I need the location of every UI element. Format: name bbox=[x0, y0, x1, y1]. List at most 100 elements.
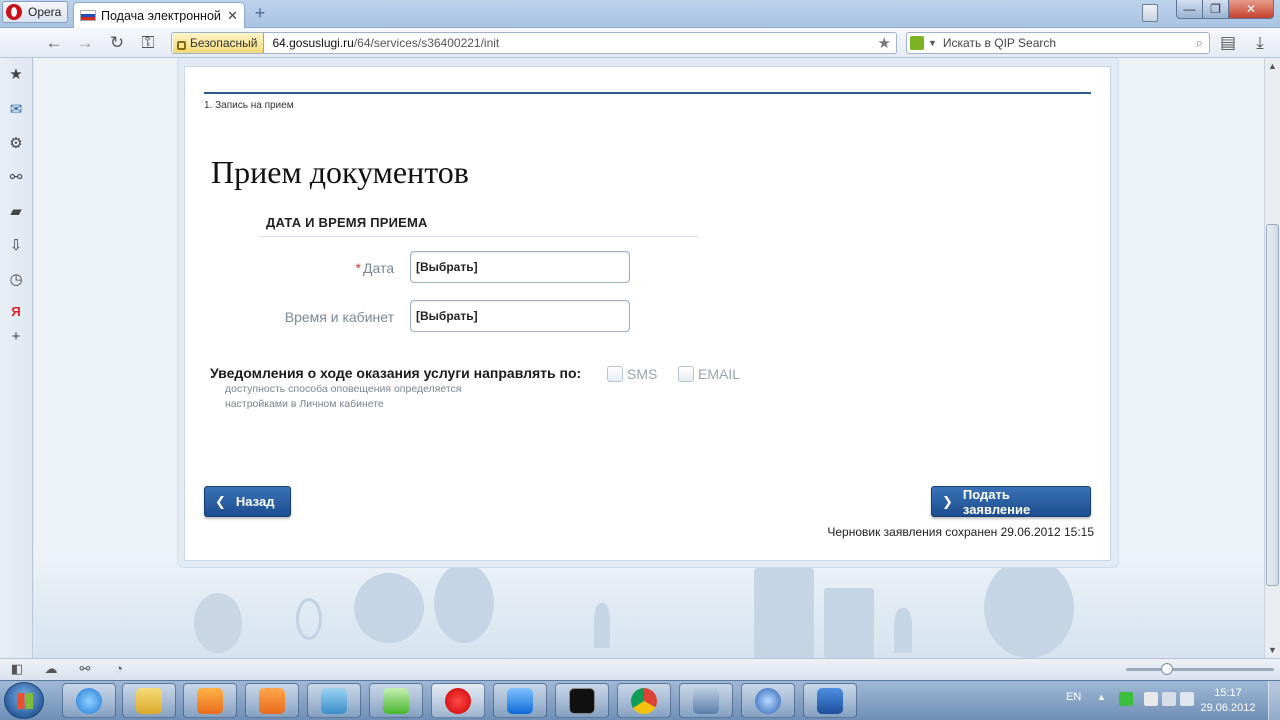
minimize-button[interactable]: — bbox=[1176, 0, 1203, 19]
trash-icon[interactable] bbox=[1142, 4, 1158, 22]
panel-toggle-icon[interactable]: ◧ bbox=[9, 661, 25, 677]
notifications-note-line1: доступность способа оповещения определяе… bbox=[225, 383, 462, 395]
search-field[interactable]: ▼ Искать в QIP Search ⌕ bbox=[906, 32, 1210, 54]
thunderbird-icon bbox=[755, 687, 781, 714]
back-arrow-icon[interactable]: ← bbox=[45, 34, 63, 52]
form-card: 1. Запись на прием Прием документов ДАТА… bbox=[184, 66, 1111, 561]
add-panel-icon[interactable]: + bbox=[7, 328, 25, 346]
time-label-container: Время и кабинет bbox=[185, 309, 394, 329]
section-divider bbox=[260, 236, 698, 237]
mail-icon[interactable]: ✉ bbox=[7, 101, 25, 119]
taskbar-word[interactable] bbox=[803, 683, 857, 718]
section-title: ДАТА И ВРЕМЯ ПРИЕМА bbox=[266, 215, 428, 230]
tray-monitor-icon[interactable] bbox=[1162, 692, 1176, 706]
email-label: EMAIL bbox=[698, 366, 741, 382]
reload-icon[interactable]: ↻ bbox=[108, 34, 126, 52]
opera-icon bbox=[445, 687, 471, 714]
taskbar-app[interactable] bbox=[245, 683, 299, 718]
tray-expand-icon[interactable]: ▲ bbox=[1097, 692, 1106, 702]
photos-icon bbox=[321, 687, 347, 714]
page-icon[interactable]: ▤ bbox=[1219, 34, 1237, 52]
bookmarks-icon[interactable]: ★ bbox=[7, 66, 25, 84]
tray-device-icon[interactable] bbox=[1144, 692, 1158, 706]
required-mark: * bbox=[355, 260, 361, 276]
email-checkbox[interactable]: EMAIL bbox=[678, 366, 740, 382]
taskbar-chrome[interactable] bbox=[617, 683, 671, 718]
security-label: Безопасный bbox=[190, 36, 258, 50]
opera-link-cloud-icon[interactable]: ☁ bbox=[43, 661, 59, 677]
history-icon[interactable]: ◷ bbox=[7, 271, 25, 289]
address-bar[interactable]: Безопасный 64.gosuslugi.ru/64/services/s… bbox=[171, 32, 897, 54]
submit-application-button[interactable]: ❯ Подать заявление bbox=[931, 486, 1091, 517]
ear-icon bbox=[296, 598, 322, 640]
notifications-note: доступность способа оповещения определяе… bbox=[225, 382, 462, 412]
scroll-up-arrow-icon[interactable]: ▲ bbox=[1265, 58, 1280, 74]
security-badge[interactable]: Безопасный bbox=[173, 33, 265, 53]
taskbar-photos[interactable] bbox=[307, 683, 361, 718]
taskbar-thunderbird[interactable] bbox=[741, 683, 795, 718]
taskbar-opera[interactable] bbox=[431, 683, 485, 718]
qip-search-engine-icon[interactable] bbox=[910, 36, 924, 50]
person-shape bbox=[594, 603, 610, 648]
status-bar bbox=[0, 658, 1280, 680]
green-app-icon bbox=[383, 687, 409, 714]
taskbar-clock[interactable]: 15:17 29.06.2012 bbox=[1196, 686, 1260, 716]
time-room-select[interactable]: [Выбрать] bbox=[410, 300, 630, 332]
settings-icon[interactable]: ⚙ bbox=[7, 135, 25, 153]
taskbar-explorer[interactable] bbox=[122, 683, 176, 718]
page-viewport: 1. Запись на прием Прием документов ДАТА… bbox=[34, 58, 1264, 658]
zoom-slider-knob[interactable] bbox=[1161, 663, 1173, 675]
zoom-slider[interactable] bbox=[1126, 668, 1274, 671]
taskbar-ie[interactable] bbox=[62, 683, 116, 718]
date-select[interactable]: [Выбрать] bbox=[410, 251, 630, 283]
bookmark-star-icon[interactable]: ★ bbox=[878, 34, 891, 52]
yandex-icon[interactable]: Я bbox=[7, 303, 25, 321]
tree-shape bbox=[984, 558, 1074, 658]
tab-close-icon[interactable]: ✕ bbox=[227, 8, 238, 24]
tray-volume-icon[interactable] bbox=[1180, 692, 1194, 706]
step-label: 1. Запись на прием bbox=[204, 100, 294, 111]
person-shape bbox=[894, 608, 912, 653]
downloads-icon[interactable]: ⇩ bbox=[7, 237, 25, 255]
chevron-right-icon: ❯ bbox=[942, 493, 953, 509]
show-desktop-button[interactable] bbox=[1268, 681, 1280, 720]
scrollbar-thumb[interactable] bbox=[1266, 224, 1279, 586]
notes-icon[interactable]: ▰ bbox=[7, 203, 25, 221]
search-icon[interactable]: ⌕ bbox=[1196, 35, 1203, 51]
language-indicator[interactable]: EN bbox=[1066, 691, 1081, 703]
tray-network-icon[interactable] bbox=[1119, 692, 1133, 706]
forward-arrow-icon[interactable]: → bbox=[76, 34, 94, 52]
turbo-icon[interactable]: ◔ bbox=[111, 661, 127, 677]
clock-time: 15:17 bbox=[1214, 687, 1242, 699]
terminal-icon bbox=[569, 687, 595, 714]
taskbar-command-prompt[interactable] bbox=[555, 683, 609, 718]
close-window-button[interactable]: ✕ bbox=[1228, 0, 1274, 19]
url-host: 64.gosuslugi.ru bbox=[272, 36, 354, 50]
sms-checkbox-box[interactable] bbox=[607, 366, 623, 382]
start-button[interactable] bbox=[4, 682, 44, 719]
key-icon[interactable]: ⚿ bbox=[139, 34, 157, 52]
download-icon[interactable]: ⤓ bbox=[1251, 34, 1269, 52]
header-rule bbox=[204, 92, 1091, 94]
maximize-button[interactable]: ❐ bbox=[1202, 0, 1229, 19]
folder-icon bbox=[136, 687, 162, 714]
back-button[interactable]: ❮ Назад bbox=[204, 486, 291, 517]
taskbar-media-player[interactable] bbox=[183, 683, 237, 718]
scroll-down-arrow-icon[interactable]: ▼ bbox=[1265, 642, 1280, 658]
tree-shape bbox=[354, 573, 424, 643]
email-checkbox-box[interactable] bbox=[678, 366, 694, 382]
taskbar-green-app[interactable] bbox=[369, 683, 423, 718]
clock-date: 29.06.2012 bbox=[1200, 702, 1256, 714]
time-room-label: Время и кабинет bbox=[284, 309, 394, 325]
word-icon bbox=[817, 687, 843, 714]
tab-active[interactable]: Подача электронной ... ✕ bbox=[73, 2, 245, 28]
sms-checkbox[interactable]: SMS bbox=[607, 366, 657, 382]
new-tab-button[interactable]: + bbox=[250, 3, 270, 23]
opera-menu-button[interactable]: Opera bbox=[2, 1, 68, 23]
chevron-down-icon[interactable]: ▼ bbox=[928, 38, 937, 48]
taskbar-virtualbox[interactable] bbox=[679, 683, 733, 718]
taskbar-teamviewer[interactable] bbox=[493, 683, 547, 718]
opera-unite-icon[interactable]: ⚯ bbox=[77, 661, 93, 677]
media-player-icon bbox=[197, 687, 223, 714]
unite-icon[interactable]: ⚯ bbox=[7, 169, 25, 187]
